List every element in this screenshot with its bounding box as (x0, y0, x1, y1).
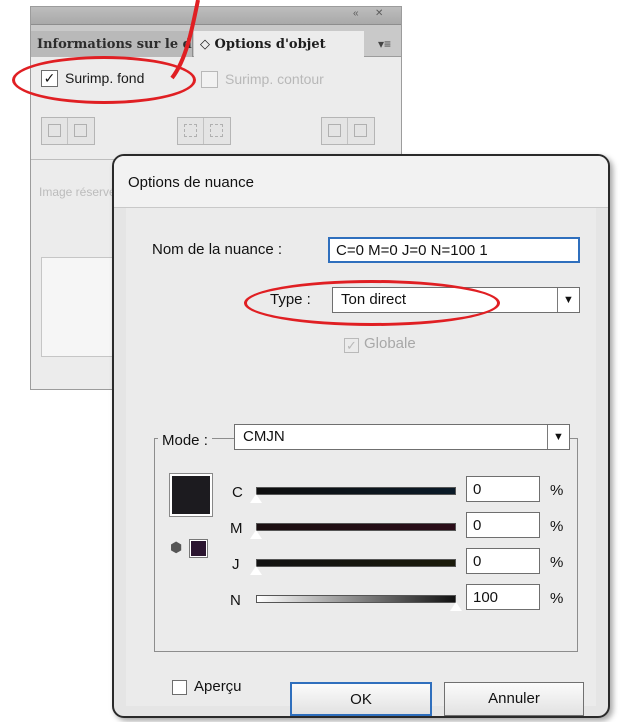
magenta-slider-handle[interactable] (249, 529, 263, 540)
mode-value: CMJN (243, 428, 285, 445)
preview-checkbox[interactable] (172, 680, 187, 695)
channel-m-label: M (230, 520, 243, 537)
highlight-oval-type (244, 280, 500, 326)
magenta-slider-track[interactable] (256, 523, 456, 531)
cyan-slider-track[interactable] (256, 487, 456, 495)
channel-n-label: N (230, 592, 241, 609)
ok-button[interactable]: OK (290, 682, 432, 716)
gamut-color-swatch[interactable] (189, 539, 208, 558)
swatch-name-label: Nom de la nuance : (152, 241, 283, 258)
swatch-name-input[interactable] (328, 237, 580, 263)
dialog-titlebar[interactable]: Options de nuance (114, 156, 608, 208)
color-preview-swatch (169, 473, 213, 517)
out-of-gamut-cube-icon: ⬢ (170, 539, 183, 555)
highlight-oval-overprint-fill (12, 56, 196, 104)
channel-c-label: C (232, 484, 243, 501)
chevron-down-icon[interactable]: ▼ (557, 288, 579, 312)
chevron-down-icon[interactable]: ▼ (547, 425, 569, 449)
percent-sign: % (550, 554, 564, 571)
percent-sign: % (550, 590, 564, 607)
yellow-value-input[interactable] (466, 548, 540, 574)
cyan-slider-handle[interactable] (249, 493, 263, 504)
mode-label: Mode : (158, 432, 212, 449)
cyan-value-input[interactable] (466, 476, 540, 502)
channel-j-label: J (232, 556, 240, 573)
cancel-button[interactable]: Annuler (444, 682, 584, 716)
mode-select[interactable]: CMJN ▼ (234, 424, 570, 450)
black-value-input[interactable] (466, 584, 540, 610)
dialog-title: Options de nuance (128, 174, 254, 191)
swatch-options-dialog: Options de nuance Nom de la nuance : Typ… (112, 154, 610, 718)
percent-sign: % (550, 518, 564, 535)
yellow-slider-handle[interactable] (249, 565, 263, 576)
black-slider-handle[interactable] (449, 601, 463, 612)
preview-label: Aperçu (194, 678, 242, 695)
percent-sign: % (550, 482, 564, 499)
yellow-slider-track[interactable] (256, 559, 456, 567)
globale-label: Globale (364, 335, 416, 352)
magenta-value-input[interactable] (466, 512, 540, 538)
mode-group (154, 438, 578, 652)
globale-checkbox[interactable]: ✓ (344, 338, 359, 353)
black-slider-track[interactable] (256, 595, 456, 603)
